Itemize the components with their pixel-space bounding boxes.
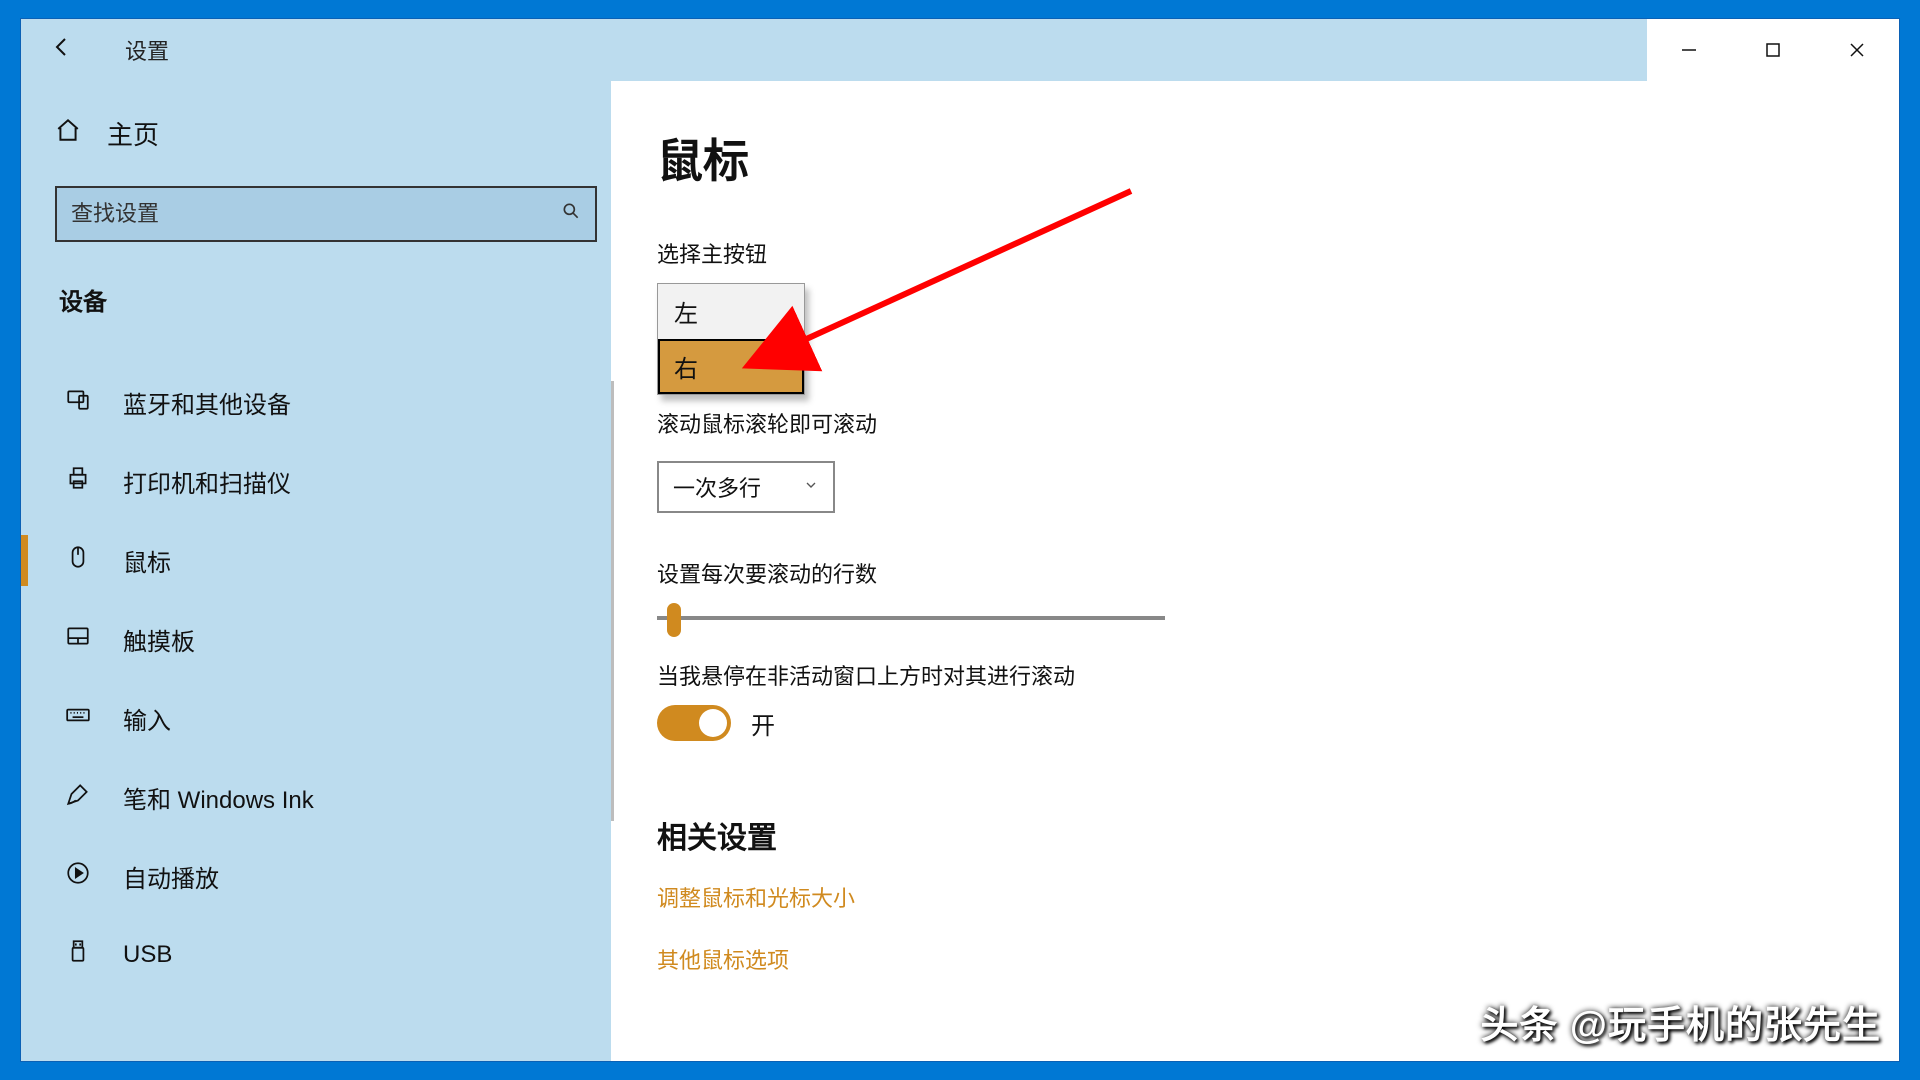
inactive-hover-label: 当我悬停在非活动窗口上方时对其进行滚动 bbox=[657, 659, 1899, 691]
usb-icon bbox=[61, 938, 95, 971]
sidebar: 主页 设备 蓝牙和其他设备 bbox=[21, 81, 611, 1061]
settings-window: 设置 主页 bbox=[20, 18, 1900, 1062]
close-button[interactable] bbox=[1815, 19, 1899, 81]
link-adjust-cursor-size[interactable]: 调整鼠标和光标大小 bbox=[657, 881, 1899, 913]
maximize-button[interactable] bbox=[1731, 19, 1815, 81]
content-pane: 鼠标 选择主按钮 左 右 滚动鼠标滚轮即可滚动 一次多行 设置每次要滚动的行数 bbox=[611, 81, 1899, 1061]
lines-slider[interactable] bbox=[657, 603, 1165, 633]
search-input-container[interactable] bbox=[55, 186, 597, 242]
sidebar-home[interactable]: 主页 bbox=[55, 109, 597, 158]
sidebar-item-label: 输入 bbox=[123, 701, 171, 736]
dropdown-option-left[interactable]: 左 bbox=[658, 284, 804, 339]
link-other-mouse-options[interactable]: 其他鼠标选项 bbox=[657, 943, 1899, 975]
sidebar-item-printers[interactable]: 打印机和扫描仪 bbox=[55, 442, 597, 521]
minimize-button[interactable] bbox=[1647, 19, 1731, 81]
pen-icon bbox=[61, 781, 95, 814]
sidebar-item-label: USB bbox=[123, 941, 172, 969]
inactive-hover-toggle-row: 开 bbox=[657, 705, 1899, 741]
primary-button-label: 选择主按钮 bbox=[657, 237, 1899, 269]
chevron-down-icon bbox=[803, 477, 819, 498]
scroll-indicator[interactable] bbox=[611, 381, 614, 821]
titlebar-left: 设置 bbox=[41, 31, 169, 70]
sidebar-item-label: 鼠标 bbox=[123, 543, 171, 578]
sidebar-item-touchpad[interactable]: 触摸板 bbox=[55, 600, 597, 679]
slider-track bbox=[657, 616, 1165, 620]
search-icon bbox=[561, 201, 581, 227]
scroll-wheel-label: 滚动鼠标滚轮即可滚动 bbox=[657, 407, 1899, 439]
back-button[interactable] bbox=[41, 31, 85, 70]
dropdown-list: 左 右 bbox=[657, 283, 805, 395]
lines-to-scroll-label: 设置每次要滚动的行数 bbox=[657, 557, 1899, 589]
home-icon bbox=[55, 117, 81, 150]
sidebar-item-usb[interactable]: USB bbox=[55, 916, 597, 993]
scroll-mode-value: 一次多行 bbox=[673, 471, 761, 503]
sidebar-item-label: 蓝牙和其他设备 bbox=[123, 385, 291, 420]
primary-button-dropdown[interactable]: 左 右 bbox=[657, 283, 1899, 395]
sidebar-item-mouse[interactable]: 鼠标 bbox=[55, 521, 597, 600]
bluetooth-devices-icon bbox=[61, 386, 95, 419]
sidebar-item-label: 触摸板 bbox=[123, 622, 195, 657]
toggle-knob bbox=[699, 709, 727, 737]
window-controls bbox=[1647, 19, 1899, 81]
dropdown-option-right[interactable]: 右 bbox=[658, 339, 804, 394]
sidebar-item-bluetooth[interactable]: 蓝牙和其他设备 bbox=[55, 363, 597, 442]
sidebar-item-typing[interactable]: 输入 bbox=[55, 679, 597, 758]
inactive-hover-toggle[interactable] bbox=[657, 705, 731, 741]
page-title: 鼠标 bbox=[657, 125, 1899, 191]
sidebar-item-autoplay[interactable]: 自动播放 bbox=[55, 837, 597, 916]
window-body: 主页 设备 蓝牙和其他设备 bbox=[21, 81, 1899, 1061]
toggle-state-label: 开 bbox=[751, 706, 775, 741]
sidebar-nav: 蓝牙和其他设备 打印机和扫描仪 鼠标 bbox=[55, 363, 597, 993]
window-title: 设置 bbox=[125, 34, 169, 66]
slider-thumb[interactable] bbox=[667, 603, 681, 637]
sidebar-item-label: 打印机和扫描仪 bbox=[123, 464, 291, 499]
autoplay-icon bbox=[61, 860, 95, 893]
scroll-mode-select[interactable]: 一次多行 bbox=[657, 461, 835, 513]
touchpad-icon bbox=[61, 623, 95, 656]
titlebar: 设置 bbox=[21, 19, 1899, 81]
mouse-icon bbox=[61, 544, 95, 577]
sidebar-section-header: 设备 bbox=[55, 282, 597, 317]
search-input[interactable] bbox=[71, 201, 561, 227]
keyboard-icon bbox=[61, 702, 95, 735]
related-settings-heading: 相关设置 bbox=[657, 813, 1899, 857]
sidebar-item-label: 笔和 Windows Ink bbox=[123, 780, 314, 815]
sidebar-item-label: 自动播放 bbox=[123, 859, 219, 894]
sidebar-item-pen[interactable]: 笔和 Windows Ink bbox=[55, 758, 597, 837]
printer-icon bbox=[61, 465, 95, 498]
sidebar-home-label: 主页 bbox=[107, 115, 159, 152]
